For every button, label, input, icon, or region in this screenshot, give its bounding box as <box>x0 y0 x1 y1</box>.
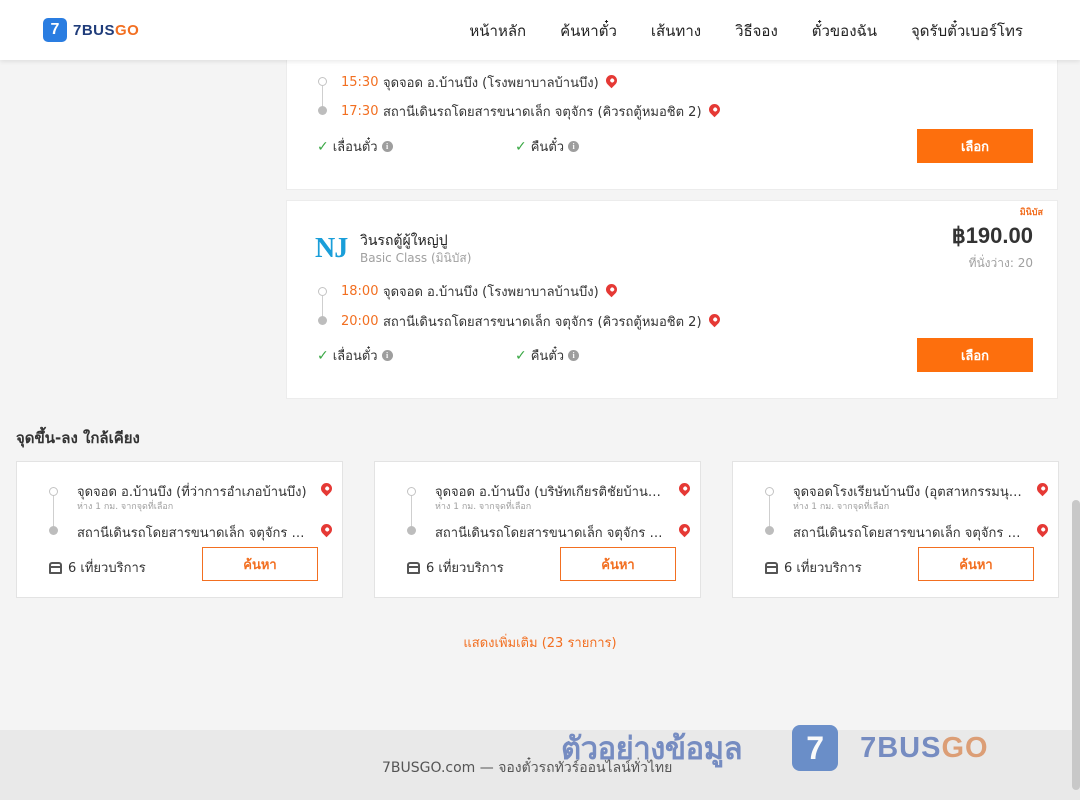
timeline-line <box>769 492 770 530</box>
nav-how-to-book[interactable]: วิธีจอง <box>735 19 778 43</box>
departure-dot <box>407 487 416 496</box>
arrival-stop: 20:00 สถานีเดินรถโดยสารขนาดเล็ก จตุจักร … <box>341 311 722 332</box>
nearby-to: สถานีเดินรถโดยสารขนาดเล็ก จตุจักร (คิวรถ… <box>77 526 309 541</box>
arrival-time: 17:30 <box>341 104 379 119</box>
site-logo[interactable]: 7 7BUSGO <box>43 18 139 42</box>
bus-icon <box>765 561 778 574</box>
page-scrollbar[interactable] <box>1072 500 1080 790</box>
info-icon[interactable]: i <box>568 350 580 361</box>
departure-dot <box>765 487 774 496</box>
departure-dot <box>318 77 327 86</box>
check-icon: ✓ <box>317 347 329 364</box>
departure-time: 18:00 <box>341 284 379 299</box>
nav-search-ticket[interactable]: ค้นหาตั๋ว <box>560 19 617 43</box>
map-pin-icon[interactable] <box>1034 521 1051 538</box>
nearby-search-button[interactable]: ค้นหา <box>918 547 1034 581</box>
refund-feature: ✓ คืนตั๋ว i <box>515 136 580 157</box>
departure-name: จุดจอด อ.บ้านบึง (โรงพยาบาลบ้านบึง) <box>383 285 599 300</box>
departure-stop: 15:30 จุดจอด อ.บ้านบึง (โรงพยาบาลบ้านบึง… <box>341 72 619 93</box>
departure-name: จุดจอด อ.บ้านบึง (โรงพยาบาลบ้านบึง) <box>383 76 599 91</box>
nearby-trips: 6 เที่ยวบริการ <box>407 557 504 578</box>
map-pin-icon[interactable] <box>706 101 722 118</box>
nearby-distance: ห่าง 1 กม. จากจุดที่เลือก <box>793 502 890 512</box>
trip-card: 15:30 จุดจอด อ.บ้านบึง (โรงพยาบาลบ้านบึง… <box>286 56 1058 190</box>
nearby-distance: ห่าง 1 กม. จากจุดที่เลือก <box>435 502 532 512</box>
arrival-stop: 17:30 สถานีเดินรถโดยสารขนาดเล็ก จตุจักร … <box>341 101 722 122</box>
nearby-distance: ห่าง 1 กม. จากจุดที่เลือก <box>77 502 174 512</box>
nav-routes[interactable]: เส้นทาง <box>651 19 701 43</box>
nearby-card: จุดจอดโรงเรียนบ้านบึง (อุตสาหกรรมนุเคราะ… <box>732 461 1059 598</box>
trips-count: 6 เที่ยวบริการ <box>426 561 504 576</box>
arrival-dot <box>765 526 774 535</box>
map-pin-icon[interactable] <box>706 311 722 328</box>
map-pin-icon[interactable] <box>603 72 619 89</box>
arrival-dot <box>407 526 416 535</box>
map-pin-icon[interactable] <box>1034 480 1051 497</box>
nearby-to: สถานีเดินรถโดยสารขนาดเล็ก จตุจักร (คิวรถ… <box>435 526 667 541</box>
arrival-dot <box>49 526 58 535</box>
watermark-logo-text: 7BUSGO <box>860 731 989 764</box>
info-icon[interactable]: i <box>381 350 393 361</box>
arrival-dot <box>318 316 327 325</box>
nearby-trips: 6 เที่ยวบริการ <box>765 557 862 578</box>
departure-time: 15:30 <box>341 75 379 90</box>
arrival-dot <box>318 106 327 115</box>
arrival-name: สถานีเดินรถโดยสารขนาดเล็ก จตุจักร (คิวรถ… <box>383 105 702 120</box>
feature-label: เลื่อนตั๋ว <box>332 140 378 155</box>
bus-icon <box>407 561 420 574</box>
nearby-trips: 6 เที่ยวบริการ <box>49 557 146 578</box>
nearby-to: สถานีเดินรถโดยสารขนาดเล็ก จตุจักร (คิวรถ… <box>793 526 1025 541</box>
nearby-card: จุดจอด อ.บ้านบึง (บริษัทเกียรติชัยบ้านบึ… <box>374 461 701 598</box>
timeline-line <box>53 492 54 530</box>
nearby-search-button[interactable]: ค้นหา <box>202 547 318 581</box>
trips-count: 6 เที่ยวบริการ <box>68 561 146 576</box>
departure-stop: 18:00 จุดจอด อ.บ้านบึง (โรงพยาบาลบ้านบึง… <box>341 281 619 302</box>
nav-pickup-points[interactable]: จุดรับตั๋วเบอร์โทร <box>911 19 1023 43</box>
timeline-line <box>411 492 412 530</box>
feature-label: คืนตั๋ว <box>530 349 565 364</box>
map-pin-icon[interactable] <box>676 521 693 538</box>
show-more-link[interactable]: แสดงเพิ่มเติม (23 รายการ) <box>0 632 1080 653</box>
info-icon[interactable]: i <box>381 141 393 152</box>
logo-mark: 7 <box>43 18 67 42</box>
arrival-name: สถานีเดินรถโดยสารขนาดเล็ก จตุจักร (คิวรถ… <box>383 315 702 330</box>
nav-home[interactable]: หน้าหลัก <box>469 19 526 43</box>
seats-available: ที่นั่งว่าง: 20 <box>968 256 1033 270</box>
nav-my-tickets[interactable]: ตั๋วของฉัน <box>812 19 877 43</box>
refund-feature: ✓ คืนตั๋ว i <box>515 345 580 366</box>
logo-text: 7BUSGO <box>73 21 140 39</box>
watermark-text: ตัวอย่างข้อมูล <box>561 731 743 767</box>
feature-label: คืนตั๋ว <box>530 140 565 155</box>
sample-watermark: ตัวอย่างข้อมูล 7 7BUSGO <box>561 723 989 773</box>
main-nav: หน้าหลัก ค้นหาตั๋ว เส้นทาง วิธีจอง ตั๋วข… <box>469 19 1023 43</box>
info-icon[interactable]: i <box>568 141 580 152</box>
reschedule-feature: ✓ เลื่อนตั๋ว i <box>317 345 393 366</box>
top-header: 7 7BUSGO หน้าหลัก ค้นหาตั๋ว เส้นทาง วิธี… <box>0 0 1080 60</box>
feature-label: เลื่อนตั๋ว <box>332 349 378 364</box>
trips-count: 6 เที่ยวบริการ <box>784 561 862 576</box>
select-trip-button[interactable]: เลือก <box>917 338 1033 372</box>
select-trip-button[interactable]: เลือก <box>917 129 1033 163</box>
arrival-time: 20:00 <box>341 314 379 329</box>
map-pin-icon[interactable] <box>318 521 335 538</box>
map-pin-icon[interactable] <box>603 281 619 298</box>
vehicle-type-badge: มินิบัส <box>1019 208 1043 218</box>
nearby-section-title: จุดขึ้น-ลง ใกล้เคียง <box>16 429 140 447</box>
operator-logo: NJ <box>315 233 348 264</box>
service-class: Basic Class (มินิบัส) <box>360 251 472 265</box>
check-icon: ✓ <box>515 138 527 155</box>
map-pin-icon[interactable] <box>676 480 693 497</box>
check-icon: ✓ <box>317 138 329 155</box>
watermark-logo-mark: 7 <box>792 725 839 771</box>
trip-card: มินิบัส NJ วินรถตู้ผู้ใหญ่ปู Basic Class… <box>286 200 1058 399</box>
nearby-search-button[interactable]: ค้นหา <box>560 547 676 581</box>
departure-dot <box>49 487 58 496</box>
departure-dot <box>318 287 327 296</box>
ticket-price: ฿190.00 <box>951 223 1033 248</box>
nearby-card: จุดจอด อ.บ้านบึง (ที่ว่าการอำเภอบ้านบึง)… <box>16 461 343 598</box>
map-pin-icon[interactable] <box>318 480 335 497</box>
reschedule-feature: ✓ เลื่อนตั๋ว i <box>317 136 393 157</box>
check-icon: ✓ <box>515 347 527 364</box>
bus-icon <box>49 561 62 574</box>
